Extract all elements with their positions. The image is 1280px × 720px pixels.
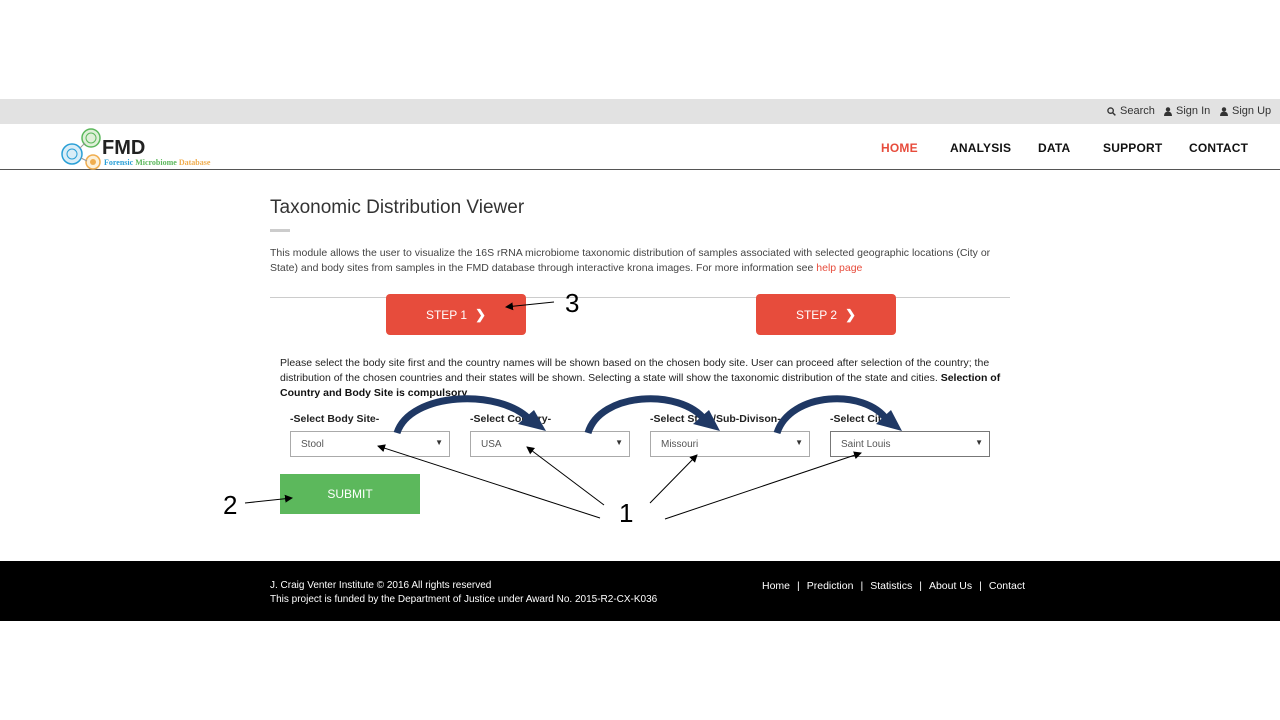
step-1-label: STEP 1	[425, 307, 468, 322]
page-title: Taxonomic Distribution Viewer	[270, 197, 525, 218]
caret-down-icon: ▼	[615, 438, 623, 447]
caret-down-icon: ▼	[435, 438, 443, 447]
footer-link-home[interactable]: Home	[762, 580, 790, 592]
body-site-label: -Select Body Site-	[290, 413, 380, 425]
nav-home[interactable]: HOME	[881, 141, 918, 155]
user-icon	[1220, 106, 1228, 116]
caret-down-icon: ▼	[975, 438, 983, 447]
submit-button[interactable]: SUBMIT	[280, 474, 420, 514]
city-value: Saint Louis	[841, 439, 891, 450]
footer-link-prediction[interactable]: Prediction	[807, 580, 854, 592]
fmd-logo[interactable]: FMD Forensic Microbiome Database	[60, 128, 230, 170]
nav-contact[interactable]: CONTACT	[1189, 141, 1248, 155]
sign-in-link[interactable]: Sign In	[1164, 105, 1210, 117]
sign-up-link[interactable]: Sign Up	[1220, 105, 1271, 117]
country-label: -Select Country-	[470, 413, 552, 425]
annotation-1: 1	[619, 498, 634, 528]
divider	[270, 297, 1010, 298]
chevron-right-icon: ❯	[845, 306, 857, 322]
caret-down-icon: ▼	[795, 438, 803, 447]
footer-link-about-us[interactable]: About Us	[929, 580, 972, 592]
country-select[interactable]: USA ▼	[470, 431, 630, 457]
user-icon	[1164, 106, 1172, 116]
step-2-label: STEP 2	[795, 307, 838, 322]
step-2-button[interactable]: STEP 2 ❯	[756, 294, 896, 335]
funding-text: This project is funded by the Department…	[270, 594, 658, 605]
nav-data[interactable]: DATA	[1038, 141, 1070, 155]
state-select[interactable]: Missouri ▼	[650, 431, 810, 457]
title-underline	[270, 229, 290, 232]
footer-copyright: J. Craig Venter Institute © 2016 All rig…	[270, 579, 657, 607]
footer-separator: |	[919, 580, 922, 592]
intro-text: This module allows the user to visualize…	[270, 247, 991, 274]
city-select[interactable]: Saint Louis ▼	[830, 431, 990, 457]
nav-analysis[interactable]: ANALYSIS	[950, 141, 1011, 155]
nav-support[interactable]: SUPPORT	[1103, 141, 1162, 155]
body-site-value: Stool	[301, 439, 324, 450]
help-page-link[interactable]: help page	[816, 262, 862, 274]
search-link-label: Search	[1120, 105, 1155, 117]
step-1-button[interactable]: STEP 1 ❯	[386, 294, 526, 335]
footer-link-contact[interactable]: Contact	[989, 580, 1025, 592]
logo-subtitle: Forensic Microbiome Database	[104, 158, 211, 167]
copyright-text: J. Craig Venter Institute © 2016 All rig…	[270, 580, 492, 591]
city-label: -Select City-	[830, 413, 891, 425]
footer-separator: |	[860, 580, 864, 592]
search-icon	[1107, 106, 1116, 116]
instructions-text: Please select the body site first and th…	[280, 357, 1001, 399]
search-link[interactable]: Search	[1107, 105, 1155, 117]
footer-separator: |	[979, 580, 982, 592]
top-utility-bar: Search Sign In Sign Up	[0, 99, 1280, 124]
state-value: Missouri	[661, 439, 699, 450]
country-value: USA	[481, 439, 502, 450]
annotation-3: 3	[565, 288, 580, 318]
site-footer: J. Craig Venter Institute © 2016 All rig…	[0, 561, 1280, 621]
state-label: -Select State/Sub-Divison-	[650, 413, 781, 425]
body-site-select[interactable]: Stool ▼	[290, 431, 450, 457]
footer-separator: |	[797, 580, 800, 592]
footer-link-statistics[interactable]: Statistics	[870, 580, 912, 592]
chevron-right-icon: ❯	[475, 306, 487, 322]
site-header: FMD Forensic Microbiome Database HOME AN…	[0, 124, 1280, 170]
annotation-2: 2	[223, 490, 238, 520]
microbe-logo-icon	[61, 128, 101, 170]
footer-links: Home | Prediction | Statistics | About U…	[762, 580, 1025, 592]
logo-title: FMD	[102, 137, 146, 159]
sign-up-label: Sign Up	[1232, 105, 1272, 117]
sign-in-label: Sign In	[1176, 105, 1211, 117]
